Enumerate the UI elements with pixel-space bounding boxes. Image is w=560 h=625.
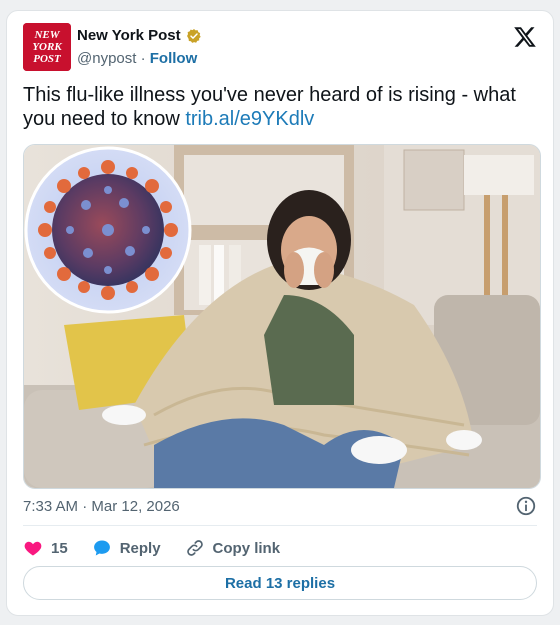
action-bar: 15 Reply Copy link [23, 538, 304, 558]
tweet-time: 7:33 AM [23, 498, 79, 515]
sick-woman-photo [24, 145, 540, 488]
copy-link-label: Copy link [212, 539, 281, 557]
svg-text:YORK: YORK [32, 41, 62, 53]
author-display-name[interactable]: New York Post [77, 27, 181, 44]
info-icon[interactable] [515, 495, 537, 517]
tweet-text: This flu-like illness you've never heard… [23, 83, 533, 131]
speech-bubble-icon [93, 540, 110, 556]
heart-icon [24, 541, 42, 556]
author-name-row: New York Post [77, 27, 202, 44]
like-count: 15 [51, 539, 68, 557]
author-handle-row: @nypost · Follow [77, 50, 197, 67]
tweet-card: NEW YORK POST New York Post @nypost · Fo… [6, 10, 554, 616]
link-icon [186, 540, 203, 556]
tweet-media-image[interactable] [23, 144, 541, 489]
x-logo-icon[interactable] [513, 25, 537, 49]
copy-link-button[interactable]: Copy link [185, 538, 281, 558]
verified-badge-icon [186, 28, 201, 43]
tweet-link[interactable]: trib.al/e9YKdlv [185, 108, 314, 130]
tweet-timestamp[interactable]: 7:33 AM · Mar 12, 2026 [23, 498, 180, 515]
author-avatar[interactable]: NEW YORK POST [23, 23, 71, 71]
reply-button[interactable]: Reply [92, 538, 161, 558]
svg-text:NEW: NEW [33, 29, 60, 41]
svg-text:POST: POST [33, 53, 62, 65]
meta-separator: · [82, 498, 88, 515]
handle-separator: · [140, 50, 146, 67]
author-handle[interactable]: @nypost [77, 50, 136, 67]
tweet-date: Mar 12, 2026 [91, 498, 180, 515]
like-button[interactable]: 15 [23, 538, 68, 558]
reply-label: Reply [119, 539, 161, 557]
nypost-logo: NEW YORK POST [23, 23, 71, 71]
follow-button[interactable]: Follow [150, 50, 198, 67]
read-replies-button[interactable]: Read 13 replies [23, 566, 537, 600]
divider [23, 525, 537, 526]
